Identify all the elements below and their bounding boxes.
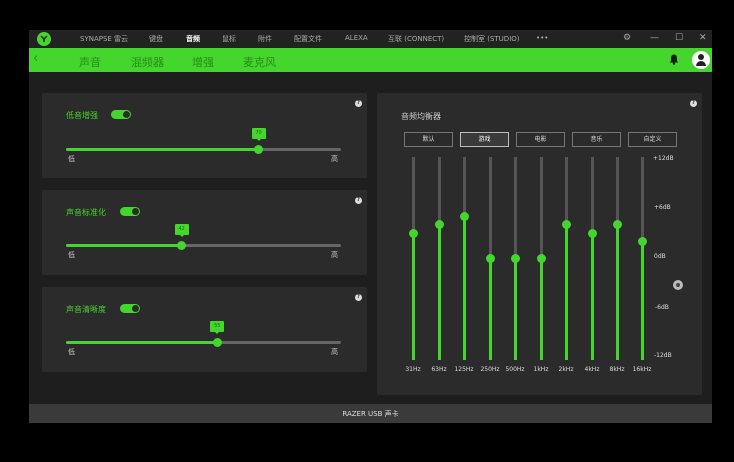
eq-band-frequency-label: 16kHz bbox=[632, 366, 652, 373]
tab-mixer[interactable]: 混频器 bbox=[131, 54, 164, 70]
nav-synapse[interactable]: SYNAPSE 雷云 bbox=[80, 34, 128, 44]
eq-band-fill bbox=[411, 233, 415, 360]
preset-default-button[interactable]: 默认 bbox=[404, 132, 453, 147]
voice-clarity-toggle[interactable] bbox=[120, 304, 140, 313]
eq-band-slider[interactable] bbox=[408, 157, 418, 360]
preset-music-button[interactable]: 音乐 bbox=[572, 132, 621, 147]
status-bar: RAZER USB 声卡 bbox=[29, 404, 712, 423]
nav-profiles[interactable]: 配置文件 bbox=[294, 34, 322, 44]
slider-value-tooltip: 42 bbox=[174, 224, 189, 237]
tab-enhancement[interactable]: 增强 bbox=[192, 54, 214, 70]
eq-band-thumb[interactable] bbox=[408, 228, 418, 238]
nav-connect[interactable]: 互联 (CONNECT) bbox=[388, 34, 444, 44]
nav-alexa[interactable]: ALEXA bbox=[345, 34, 368, 42]
equalizer-title: 音频均衡器 bbox=[401, 112, 441, 121]
settings-icon[interactable]: ⚙ bbox=[623, 33, 631, 43]
razer-logo-icon[interactable] bbox=[37, 32, 51, 46]
tab-microphone[interactable]: 麦克风 bbox=[243, 54, 276, 70]
nav-audio[interactable]: 音频 bbox=[186, 34, 200, 44]
device-name: RAZER USB 声卡 bbox=[342, 410, 399, 418]
app-window: SYNAPSE 雷云 键盘 音频 鼠标 附件 配置文件 ALEXA 互联 (CO… bbox=[29, 30, 712, 423]
eq-band-slider[interactable] bbox=[637, 157, 647, 360]
title-bar: SYNAPSE 雷云 键盘 音频 鼠标 附件 配置文件 ALEXA 互联 (CO… bbox=[29, 30, 712, 48]
eq-band-thumb[interactable] bbox=[561, 220, 571, 230]
slider-min-label: 低 bbox=[68, 348, 75, 356]
slider-max-label: 高 bbox=[331, 348, 338, 356]
close-icon[interactable]: ✕ bbox=[699, 33, 707, 43]
eq-band-fill bbox=[462, 216, 466, 360]
eq-band-slider[interactable] bbox=[434, 157, 444, 360]
notification-bell-icon[interactable] bbox=[669, 54, 679, 65]
eq-band-slider[interactable] bbox=[612, 157, 622, 360]
eq-band-fill bbox=[590, 233, 594, 360]
eq-band-fill bbox=[564, 224, 568, 360]
eq-band-slider[interactable] bbox=[561, 157, 571, 360]
nav-mouse[interactable]: 鼠标 bbox=[222, 34, 236, 44]
db-label: -12dB bbox=[654, 352, 672, 359]
voice-clarity-panel: ? 声音清晰度 55 低 高 bbox=[42, 287, 367, 372]
nav-accessories[interactable]: 附件 bbox=[258, 34, 272, 44]
eq-band-thumb[interactable] bbox=[587, 228, 597, 238]
eq-band-fill bbox=[488, 258, 492, 360]
back-arrow-icon[interactable]: ‹ bbox=[33, 51, 38, 66]
preset-custom-button[interactable]: 自定义 bbox=[628, 132, 677, 147]
voice-clarity-slider[interactable]: 55 bbox=[66, 321, 341, 347]
help-icon[interactable]: ? bbox=[355, 197, 362, 204]
db-label: -6dB bbox=[655, 304, 669, 311]
nav-more[interactable]: ••• bbox=[536, 34, 548, 42]
eq-band-slider[interactable] bbox=[536, 157, 546, 360]
slider-thumb[interactable] bbox=[254, 145, 263, 154]
eq-band-thumb[interactable] bbox=[612, 220, 622, 230]
preset-game-button[interactable]: 游戏 bbox=[460, 132, 509, 147]
tab-sound[interactable]: 声音 bbox=[79, 54, 101, 70]
minimize-icon[interactable]: — bbox=[650, 33, 659, 43]
bass-boost-toggle[interactable] bbox=[111, 110, 131, 119]
eq-band-slider[interactable] bbox=[459, 157, 469, 360]
sub-nav-bar: ‹ 声音 混频器 增强 麦克风 bbox=[29, 48, 712, 72]
bass-boost-title: 低音增强 bbox=[66, 111, 98, 120]
eq-band-fill bbox=[640, 241, 644, 360]
eq-band-slider[interactable] bbox=[485, 157, 495, 360]
bass-boost-panel: ? 低音增强 70 低 高 bbox=[42, 93, 367, 178]
slider-value-tooltip: 55 bbox=[210, 321, 225, 334]
user-avatar-icon[interactable] bbox=[692, 51, 710, 69]
eq-band-slider[interactable] bbox=[510, 157, 520, 360]
slider-min-label: 低 bbox=[68, 155, 75, 163]
eq-band-thumb[interactable] bbox=[434, 220, 444, 230]
voice-clarity-title: 声音清晰度 bbox=[66, 305, 106, 314]
slider-value-tooltip: 70 bbox=[251, 128, 266, 141]
eq-band-fill bbox=[437, 224, 441, 360]
db-label: +12dB bbox=[653, 155, 674, 162]
slider-min-label: 低 bbox=[68, 251, 75, 259]
eq-band-thumb[interactable] bbox=[637, 237, 647, 247]
help-icon[interactable]: ? bbox=[355, 294, 362, 301]
sound-normalization-panel: ? 声音标准化 42 低 高 bbox=[42, 190, 367, 275]
bass-boost-slider[interactable]: 70 bbox=[66, 128, 341, 154]
eq-band-thumb[interactable] bbox=[459, 211, 469, 221]
sound-normalization-slider[interactable]: 42 bbox=[66, 224, 341, 250]
db-label: +6dB bbox=[654, 204, 671, 211]
db-label: 0dB bbox=[654, 253, 666, 260]
eq-band-fill bbox=[513, 258, 517, 360]
slider-max-label: 高 bbox=[331, 251, 338, 259]
maximize-icon[interactable]: ☐ bbox=[675, 33, 683, 43]
eq-band-slider[interactable] bbox=[587, 157, 597, 360]
help-icon[interactable]: ? bbox=[355, 100, 362, 107]
eq-band-thumb[interactable] bbox=[510, 254, 520, 263]
help-icon[interactable]: ? bbox=[690, 100, 697, 107]
preset-movie-button[interactable]: 电影 bbox=[516, 132, 565, 147]
eq-band-fill bbox=[615, 224, 619, 360]
sound-normalization-title: 声音标准化 bbox=[66, 208, 106, 217]
slider-thumb[interactable] bbox=[212, 338, 222, 347]
slider-thumb[interactable] bbox=[177, 241, 186, 250]
nav-studio[interactable]: 控制室 (STUDIO) bbox=[464, 34, 520, 44]
nav-keyboard[interactable]: 键盘 bbox=[149, 34, 163, 44]
slider-max-label: 高 bbox=[331, 155, 338, 163]
eq-band-fill bbox=[539, 258, 543, 360]
eq-band-thumb[interactable] bbox=[485, 254, 495, 263]
sound-normalization-toggle[interactable] bbox=[120, 207, 140, 216]
reset-equalizer-icon[interactable] bbox=[673, 280, 683, 290]
eq-band-thumb[interactable] bbox=[536, 254, 546, 263]
